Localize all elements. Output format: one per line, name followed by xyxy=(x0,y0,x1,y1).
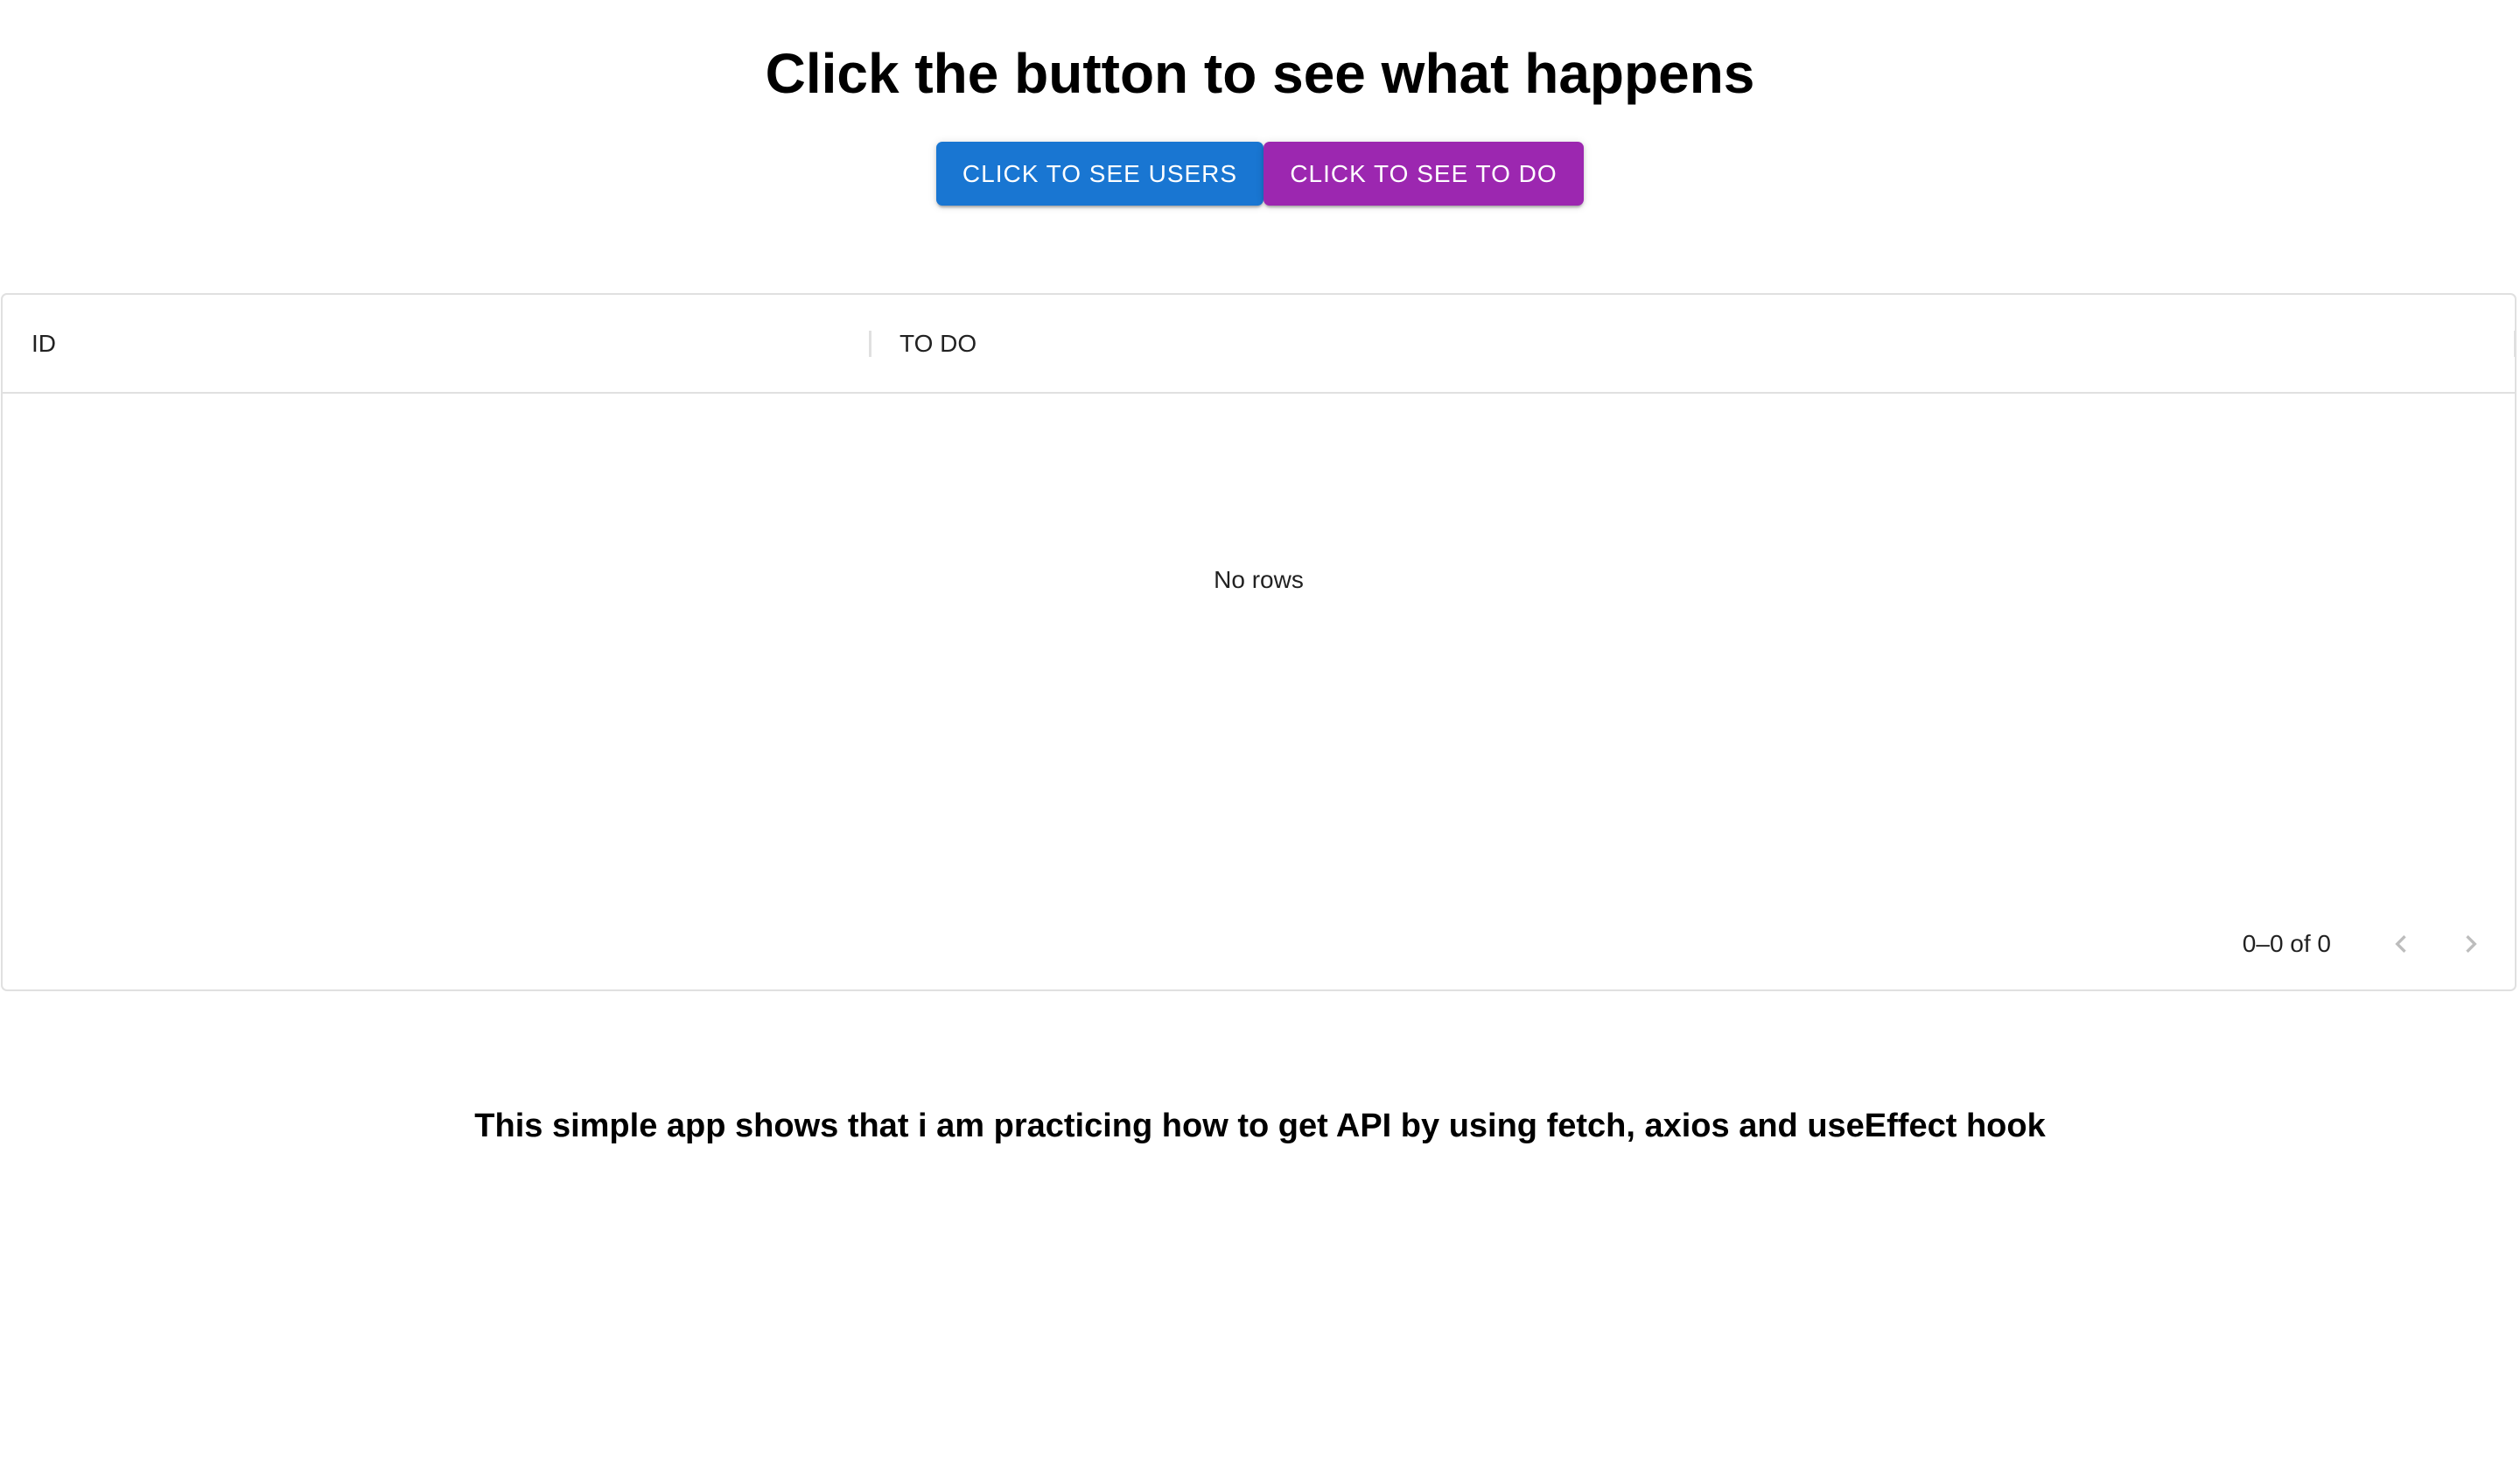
column-separator[interactable] xyxy=(869,331,872,357)
see-todo-button[interactable]: CLICK TO SEE TO DO xyxy=(1264,142,1584,206)
next-page-button[interactable] xyxy=(2445,918,2497,970)
previous-page-button[interactable] xyxy=(2375,918,2427,970)
button-row: CLICK TO SEE USERS CLICK TO SEE TO DO xyxy=(936,142,1584,206)
empty-message: No rows xyxy=(1214,565,1304,593)
grid-footer: 0–0 of 0 xyxy=(2243,898,2515,989)
grid-header: ID TO DO xyxy=(3,295,2516,394)
see-users-button[interactable]: CLICK TO SEE USERS xyxy=(936,142,1264,206)
footer-note: This simple app shows that i am practici… xyxy=(474,1108,2046,1144)
pagination-text: 0–0 of 0 xyxy=(2242,929,2331,957)
page-title: Click the button to see what happens xyxy=(765,42,1755,105)
column-separator[interactable] xyxy=(2514,331,2516,357)
chevron-left-icon xyxy=(2395,934,2406,953)
chevron-right-icon xyxy=(2466,934,2477,953)
column-header-todo[interactable]: TO DO xyxy=(900,295,976,392)
column-header-id[interactable]: ID xyxy=(32,295,56,392)
data-grid: ID TO DO No rows 0–0 of 0 xyxy=(1,293,2516,991)
